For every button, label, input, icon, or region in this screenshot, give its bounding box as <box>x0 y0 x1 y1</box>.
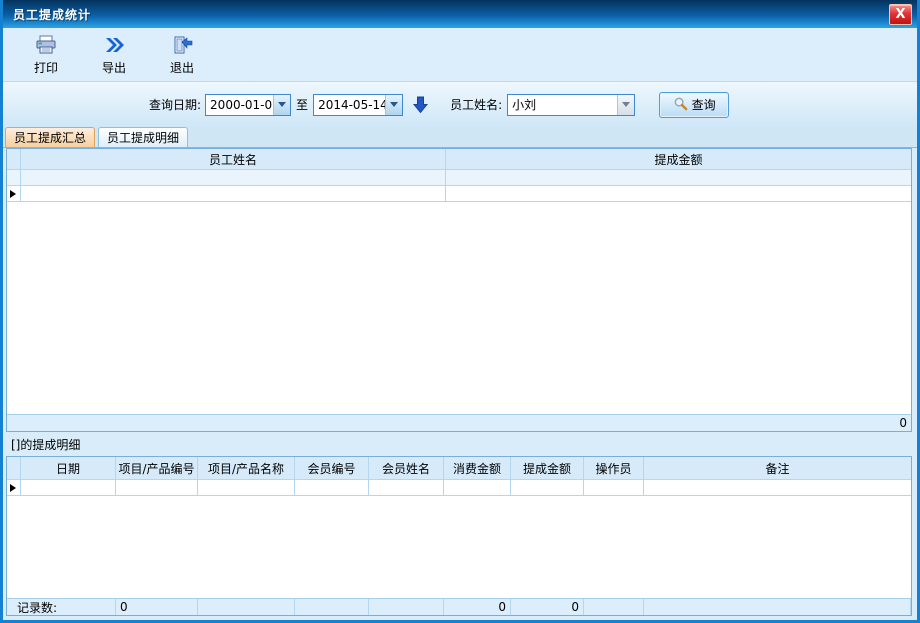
row-selector-cell <box>7 170 21 186</box>
table-cell <box>295 480 369 496</box>
date-from-combobox[interactable]: 2000-01-01 <box>205 94 291 116</box>
detail-section-title: []的提成明细 <box>11 436 80 453</box>
footer-cell <box>644 599 911 615</box>
column-header-item-code[interactable]: 项目/产品编号 <box>116 457 198 480</box>
close-button[interactable]: X <box>889 4 912 25</box>
date-to-label: 至 <box>296 96 308 113</box>
table-row[interactable] <box>7 186 911 202</box>
tab-commission-summary[interactable]: 员工提成汇总 <box>5 127 95 147</box>
row-selector-header-cell <box>7 457 21 480</box>
table-cell <box>116 480 198 496</box>
query-date-label: 查询日期: <box>149 96 201 113</box>
app-window: 员工提成统计 X 打印 <box>0 0 920 623</box>
footer-cell <box>295 599 369 615</box>
magnifier-icon <box>673 96 688 114</box>
record-count-label: 记录数: <box>7 599 116 615</box>
toolbar: 打印 导出 退出 <box>3 28 917 82</box>
print-button[interactable]: 打印 <box>17 31 75 79</box>
current-row-arrow-icon <box>10 484 16 492</box>
consume-total-value: 0 <box>444 599 511 615</box>
footer-cell <box>369 599 444 615</box>
summary-table-footer: 0 <box>7 414 911 431</box>
table-row[interactable] <box>7 170 911 186</box>
print-button-label: 打印 <box>34 59 58 76</box>
chevron-down-icon <box>622 102 630 107</box>
footer-cell <box>584 599 644 615</box>
column-header-date[interactable]: 日期 <box>21 457 116 480</box>
table-cell <box>446 170 911 186</box>
record-count-value: 0 <box>116 599 198 615</box>
column-header-item-name[interactable]: 项目/产品名称 <box>198 457 295 480</box>
detail-table-footer: 记录数: 0 0 0 <box>7 598 911 615</box>
table-cell <box>21 186 446 202</box>
detail-table-header-row: 日期 项目/产品编号 项目/产品名称 会员编号 会员姓名 消费金额 提成金额 操… <box>7 457 911 480</box>
export-icon <box>103 34 125 56</box>
footer-cell <box>198 599 295 615</box>
row-selector-cell <box>7 186 21 202</box>
exit-button[interactable]: 退出 <box>153 31 211 79</box>
employee-name-combobox[interactable]: 小刘 <box>507 94 635 116</box>
export-button[interactable]: 导出 <box>85 31 143 79</box>
table-cell <box>511 480 584 496</box>
chevron-down-icon <box>390 102 398 107</box>
chevron-down-icon <box>278 102 286 107</box>
query-bar: 查询日期: 2000-01-01 至 2014-05-14 员工姓名: 小刘 <box>3 82 917 127</box>
search-button-label: 查询 <box>692 96 716 113</box>
printer-icon <box>35 34 57 56</box>
summary-table-empty-area <box>7 202 911 414</box>
detail-table: 日期 项目/产品编号 项目/产品名称 会员编号 会员姓名 消费金额 提成金额 操… <box>6 456 912 616</box>
summary-total-value: 0 <box>899 416 907 430</box>
row-selector-cell <box>7 480 21 496</box>
column-header-commission-amount[interactable]: 提成金额 <box>446 149 911 170</box>
tab-summary-label: 员工提成汇总 <box>14 129 86 146</box>
employee-name-value: 小刘 <box>508 95 617 115</box>
detail-table-empty-area <box>7 496 911 598</box>
column-header-remark[interactable]: 备注 <box>644 457 911 480</box>
column-header-member-code[interactable]: 会员编号 <box>295 457 369 480</box>
date-to-dropdown-arrow[interactable] <box>385 95 402 115</box>
table-cell <box>198 480 295 496</box>
row-selector-header-cell <box>7 149 21 170</box>
column-header-operator[interactable]: 操作员 <box>584 457 644 480</box>
tab-bar: 员工提成汇总 员工提成明细 <box>3 127 917 148</box>
search-button[interactable]: 查询 <box>659 92 729 118</box>
down-arrow-icon <box>413 96 428 114</box>
employee-name-label: 员工姓名: <box>450 96 502 113</box>
date-from-dropdown-arrow[interactable] <box>273 95 290 115</box>
column-header-consume-amount[interactable]: 消费金额 <box>444 457 511 480</box>
exit-door-icon <box>171 34 193 56</box>
column-header-member-name[interactable]: 会员姓名 <box>369 457 444 480</box>
table-cell <box>584 480 644 496</box>
table-cell <box>444 480 511 496</box>
export-button-label: 导出 <box>102 59 126 76</box>
column-header-commission-amount[interactable]: 提成金额 <box>511 457 584 480</box>
table-cell <box>21 170 446 186</box>
tab-commission-detail[interactable]: 员工提成明细 <box>98 127 188 147</box>
close-icon: X <box>895 8 905 21</box>
summary-table-header-row: 员工姓名 提成金额 <box>7 149 911 170</box>
employee-name-dropdown-arrow[interactable] <box>617 95 634 115</box>
current-row-arrow-icon <box>10 190 16 198</box>
window-title: 员工提成统计 <box>13 6 91 23</box>
table-row[interactable] <box>7 480 911 496</box>
apply-date-button[interactable] <box>413 96 428 114</box>
date-to-combobox[interactable]: 2014-05-14 <box>313 94 403 116</box>
exit-button-label: 退出 <box>170 59 194 76</box>
table-cell <box>369 480 444 496</box>
commission-total-value: 0 <box>511 599 584 615</box>
table-cell <box>446 186 911 202</box>
table-cell <box>21 480 116 496</box>
summary-table: 员工姓名 提成金额 0 <box>6 148 912 432</box>
table-cell <box>644 480 911 496</box>
date-to-value: 2014-05-14 <box>314 95 385 115</box>
titlebar: 员工提成统计 X <box>3 0 917 28</box>
detail-section-label-row: []的提成明细 <box>3 432 917 456</box>
column-header-employee-name[interactable]: 员工姓名 <box>21 149 446 170</box>
date-from-value: 2000-01-01 <box>206 95 273 115</box>
tab-detail-label: 员工提成明细 <box>107 129 179 146</box>
